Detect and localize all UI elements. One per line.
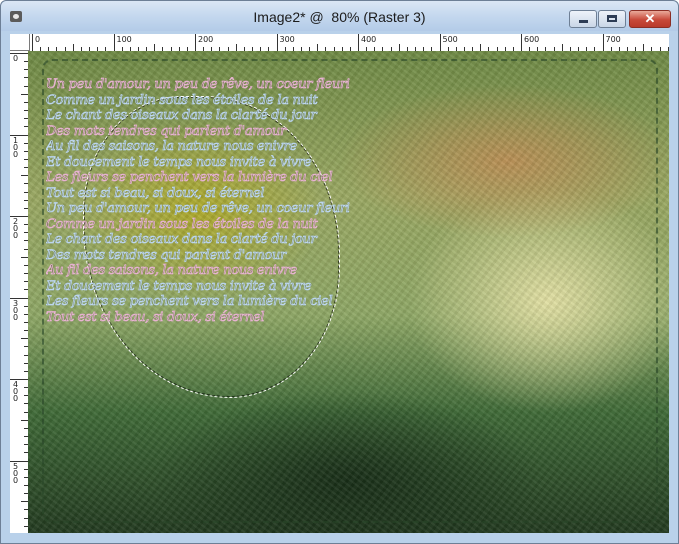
ruler-label: 0 [12,54,19,63]
script-text-line: Au fil des saisons, la nature nous enivr… [46,263,297,278]
ruler-label: 700 [605,35,621,44]
ruler-minor-tick [21,338,28,340]
ruler-minor-tick [317,44,319,51]
ruler-major-tick [521,34,522,51]
ruler-label: 500 [442,35,458,44]
ruler-minor-tick [235,44,237,51]
maximize-button[interactable] [598,10,626,28]
ruler-label: 300 [279,35,295,44]
ruler-minor-tick [21,93,28,95]
ruler-major-tick [32,34,33,51]
ruler-label: 100 [116,35,132,44]
script-text-line: Des mots tendres qui parlent d'amour [46,247,287,263]
ruler-label: 1 0 0 [12,135,19,159]
minimize-icon [579,20,588,23]
ruler-corner [10,34,30,51]
maximize-icon [607,15,617,22]
ruler-minor-tick [21,175,28,177]
ruler-minor-tick [398,44,400,51]
ruler-major-tick [602,34,604,51]
ruler-major-tick [113,34,115,51]
ruler-label: 2 0 0 [12,217,19,240]
ruler-label: 4 0 0 [12,380,19,403]
ruler-label: 3 0 0 [12,298,19,322]
script-text-line: Un peu d'amour, un peu de rêve, un coeur… [46,77,350,92]
ruler-label: 200 [198,35,214,44]
ruler-major-tick [195,34,196,51]
script-text-layer[interactable]: Un peu d'amour, un peu de rêve, un coeur… [46,77,476,325]
script-text-line: Et doucement le temps nous invite à vivr… [46,278,312,294]
script-text-line: Les fleurs se penchent vers la lumière d… [46,170,333,185]
horizontal-ruler[interactable]: 0 100 200 300 400 500 600 700 [30,34,669,52]
script-text-line: Un peu d'amour, un peu de rêve, un coeur… [46,201,350,216]
ruler-label: 0 [35,35,41,44]
ruler-minor-tick [643,44,645,51]
vertical-ruler[interactable]: 0 1 0 0 2 0 0 3 0 0 4 0 0 5 0 0 [10,51,29,533]
script-text-line: Les fleurs se penchent vers la lumière d… [46,294,333,309]
ruler-major-tick [439,34,441,51]
script-text-line: Des mots tendres qui parlent d'amour [46,123,287,139]
close-button[interactable]: ✕ [629,10,671,28]
script-text-line: Le chant des oiseaux dans la clarté du j… [46,232,317,247]
script-text-line: Comme un jardin sous les étoiles de la n… [46,216,318,232]
script-text-line: Tout est si beau, si doux, si éternel [46,185,265,201]
ruler-major-tick [276,34,278,51]
ruler-major-tick [358,34,359,51]
script-text-line: Tout est si beau, si doux, si éternel [46,309,265,325]
script-text-line: Le chant des oiseaux dans la clarté du j… [46,108,317,123]
ruler-minor-tick [21,501,28,503]
image-window: Image2* @ 80% (Raster 3) ✕ 0 100 200 300 400… [0,0,679,544]
image-canvas[interactable]: Un peu d'amour, un peu de rêve, un coeur… [28,51,669,533]
close-icon: ✕ [644,11,656,26]
ruler-label: 5 0 0 [12,461,19,485]
ruler-label: 600 [524,35,540,44]
title-bar[interactable]: Image2* @ 80% (Raster 3) ✕ [1,1,678,31]
ruler-minor-tick [72,44,74,51]
script-text-line: Au fil des saisons, la nature nous enivr… [46,139,297,154]
ruler-minor-tick [154,44,156,51]
minimize-button[interactable] [569,10,597,28]
script-text-line: Comme un jardin sous les étoiles de la n… [46,92,318,108]
ruler-minor-tick [480,44,482,51]
ruler-minor-tick [561,44,563,51]
ruler-minor-tick [21,419,28,421]
ruler-minor-tick [21,256,28,258]
script-text-line: Et doucement le temps nous invite à vivr… [46,154,312,170]
ruler-label: 400 [361,35,377,44]
